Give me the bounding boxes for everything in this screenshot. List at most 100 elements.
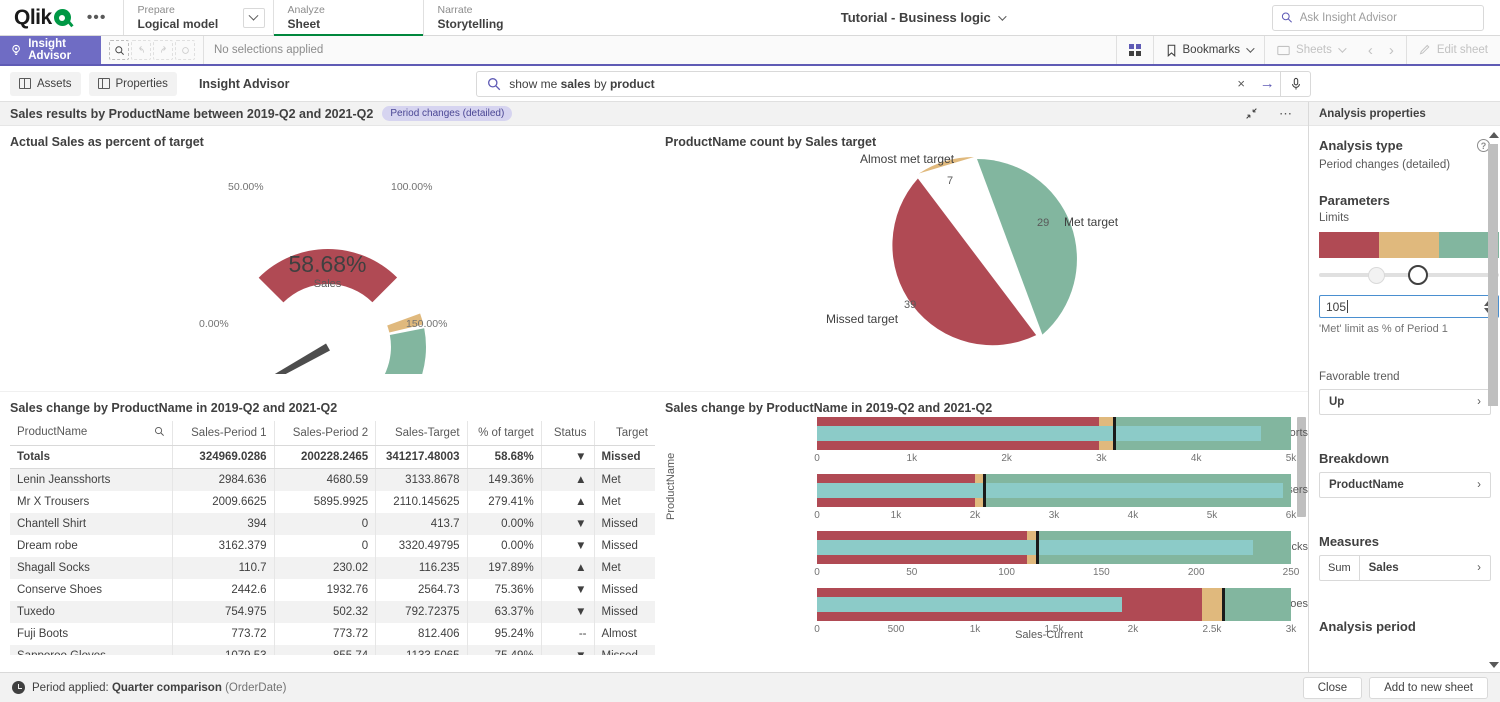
edit-sheet-label: Edit sheet [1437, 44, 1488, 56]
cell-pct: 95.24% [467, 623, 541, 645]
chevron-down-icon[interactable] [243, 8, 265, 28]
column-header-pct-of-target[interactable]: % of target [467, 421, 541, 446]
cell-productname[interactable]: Sapporoo Gloves [10, 645, 173, 655]
bullet-group[interactable]: Mr X Trousers 0 1k 2k [665, 472, 1308, 527]
table-row[interactable]: Lenin Jeansshorts 2984.636 4680.59 3133.… [10, 469, 655, 492]
totals-period2: 200228.2465 [274, 446, 376, 469]
cell-result: Missed [594, 513, 655, 535]
column-header-sales-target[interactable]: Sales-Target [376, 421, 467, 446]
voice-input-icon[interactable] [1280, 71, 1310, 97]
bookmarks-button[interactable]: Bookmarks [1153, 36, 1265, 64]
app-title-area[interactable]: Tutorial - Business logic [573, 0, 1273, 35]
column-header-sales-period-2[interactable]: Sales-Period 2 [274, 421, 376, 446]
ask-insight-advisor-box[interactable] [1272, 5, 1484, 31]
panel-scrollbar[interactable] [1488, 130, 1498, 670]
table-scroll-area[interactable]: ProductName Sales-Period 1 Sales-Period … [0, 415, 655, 655]
collapse-icon[interactable] [1239, 107, 1264, 120]
favorable-trend-select[interactable]: Up › [1319, 389, 1491, 415]
query-term-measure: sales [561, 77, 591, 91]
search-input[interactable]: show me sales by product [509, 77, 1228, 91]
limit-value-input[interactable]: 105 [1319, 295, 1499, 318]
bullet-current-value [817, 597, 1122, 612]
page-title: Insight Advisor [185, 77, 290, 91]
slider-knob-upper[interactable] [1408, 265, 1428, 285]
pie-value-almost: 7 [947, 175, 953, 187]
sheet-nav-arrows: ‹ › [1356, 36, 1406, 64]
cell-productname[interactable]: Fuji Boots [10, 623, 173, 645]
totals-pct: 58.68% [467, 446, 541, 469]
table-row[interactable]: Dream robe 3162.379 0 3320.49795 0.00% ▼… [10, 535, 655, 557]
limits-slider[interactable] [1319, 265, 1499, 285]
search-box[interactable]: show me sales by product × → [476, 71, 1311, 97]
bullet-target-marker [1222, 588, 1225, 621]
qlik-logo-text: Qlik [14, 6, 52, 30]
submit-search-icon[interactable]: → [1254, 72, 1280, 96]
table-row[interactable]: Chantell Shirt 394 0 413.7 0.00% ▼ Misse… [10, 513, 655, 535]
panel-icon [98, 78, 110, 89]
measure-aggregation[interactable]: Sum [1320, 556, 1360, 580]
gauge-chart[interactable]: Actual Sales as percent of target [0, 126, 655, 391]
column-search-icon[interactable] [154, 426, 165, 440]
slider-knob-lower[interactable] [1368, 267, 1385, 284]
measure-select[interactable]: Sum Sales › [1319, 555, 1491, 581]
column-header-productname[interactable]: ProductName [10, 421, 173, 446]
cell-productname[interactable]: Tuxedo [10, 601, 173, 623]
selection-tools [101, 36, 204, 64]
bookmark-icon [1166, 44, 1177, 57]
nav-section-analyze[interactable]: Analyze Sheet [273, 0, 423, 35]
cell-productname[interactable]: Mr X Trousers [10, 491, 173, 513]
breakdown-value: ProductName [1320, 479, 1404, 491]
nav-section-narrate[interactable]: Narrate Storytelling [423, 0, 573, 35]
cell-period1: 2442.6 [173, 579, 275, 601]
app-grid-button[interactable] [1116, 36, 1153, 64]
table-row[interactable]: Tuxedo 754.975 502.32 792.72375 63.37% ▼… [10, 601, 655, 623]
table-row[interactable]: Sapporoo Gloves 1079.53 855.74 1133.5065… [10, 645, 655, 655]
axis-tick: 0 [814, 567, 820, 578]
chart-menu-icon[interactable]: ⋯ [1273, 106, 1298, 122]
breakdown-select[interactable]: ProductName › [1319, 472, 1491, 498]
close-button[interactable]: Close [1303, 677, 1362, 699]
add-to-new-sheet-button[interactable]: Add to new sheet [1369, 677, 1488, 699]
cell-target: 3320.49795 [376, 535, 467, 557]
table-row[interactable]: Conserve Shoes 2442.6 1932.76 2564.73 75… [10, 579, 655, 601]
column-header-status[interactable]: Status [541, 421, 594, 446]
clear-search-icon[interactable]: × [1228, 72, 1254, 96]
insight-advisor-tab[interactable]: Insight Advisor [0, 36, 101, 64]
bullet-group[interactable]: Lenin Jeansshorts 0 1k [665, 415, 1308, 470]
cell-target: 3133.8678 [376, 469, 467, 492]
clock-icon [12, 681, 25, 694]
cell-result: Almost [594, 623, 655, 645]
cell-productname[interactable]: Shagall Socks [10, 557, 173, 579]
table-row[interactable]: Mr X Trousers 2009.6625 5895.9925 2110.1… [10, 491, 655, 513]
footer-bar: Period applied: Quarter comparison (Orde… [0, 672, 1500, 702]
bullet-chart[interactable]: Sales change by ProductName in 2019-Q2 a… [655, 391, 1308, 655]
nav-section-prepare[interactable]: Prepare Logical model [123, 0, 273, 35]
pie-chart[interactable]: ProductName count by Sales target [655, 126, 1308, 391]
cell-productname[interactable]: Chantell Shirt [10, 513, 173, 535]
scroll-down-icon[interactable] [1489, 662, 1499, 668]
column-header-sales-period-1[interactable]: Sales-Period 1 [173, 421, 275, 446]
assets-button[interactable]: Assets [10, 72, 81, 96]
qlik-logo[interactable]: Qlik [14, 6, 71, 30]
properties-button[interactable]: Properties [89, 72, 177, 96]
more-options-icon[interactable]: ••• [81, 10, 113, 26]
bullet-group[interactable]: Shagall Socks 0 50 100 [665, 529, 1308, 584]
cell-productname[interactable]: Conserve Shoes [10, 579, 173, 601]
pie-svg [655, 149, 1308, 374]
table-row[interactable]: Fuji Boots 773.72 773.72 812.406 95.24% … [10, 623, 655, 645]
bullet-axis: 0 50 100 150 200 250 [817, 565, 1291, 579]
analysis-type-badge: Period changes (detailed) [382, 106, 512, 121]
selections-tool-icon[interactable] [109, 40, 129, 60]
table-row[interactable]: Shagall Socks 110.7 230.02 116.235 197.8… [10, 557, 655, 579]
chevron-down-icon[interactable] [998, 12, 1006, 20]
cell-pct: 149.36% [467, 469, 541, 492]
cell-period2: 230.02 [274, 557, 376, 579]
insight-header: Sales results by ProductName between 201… [0, 102, 1308, 126]
scroll-up-icon[interactable] [1489, 132, 1499, 138]
cell-productname[interactable]: Lenin Jeansshorts [10, 469, 173, 492]
cell-productname[interactable]: Dream robe [10, 535, 173, 557]
ask-insight-advisor-input[interactable] [1300, 12, 1475, 24]
scrollbar-thumb[interactable] [1488, 144, 1498, 406]
data-table-chart[interactable]: Sales change by ProductName in 2019-Q2 a… [0, 391, 655, 655]
column-header-target[interactable]: Target [594, 421, 655, 446]
